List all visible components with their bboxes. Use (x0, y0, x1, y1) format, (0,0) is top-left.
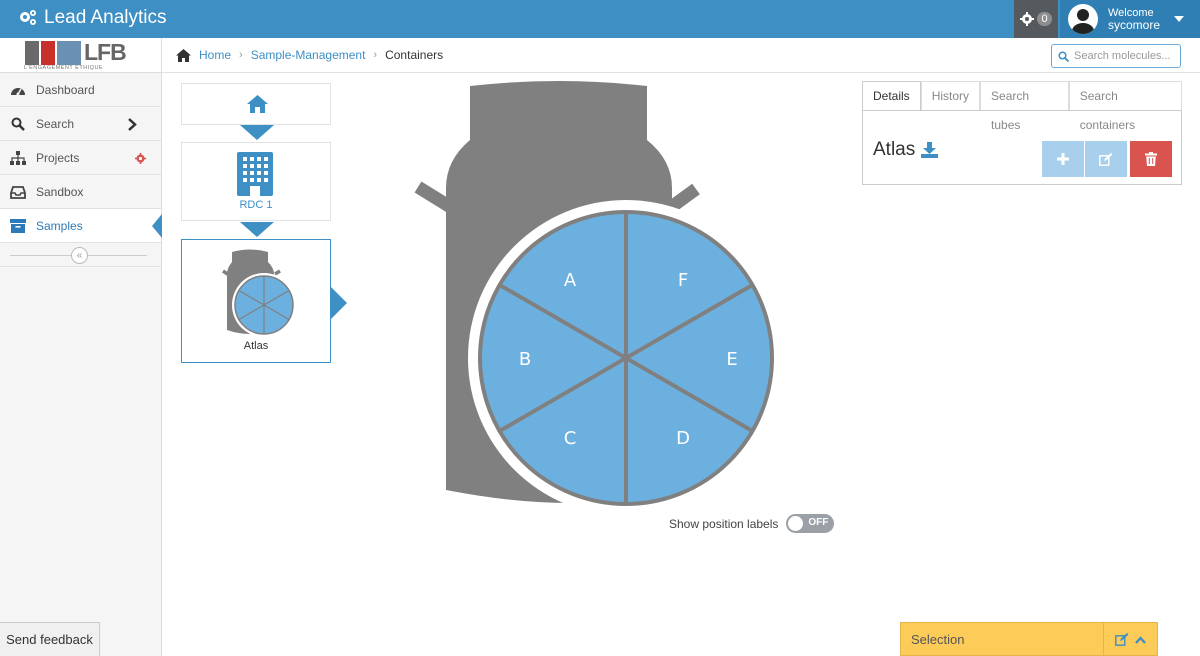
chevron-up-icon[interactable] (1135, 635, 1146, 644)
sidebar-collapse: « (0, 243, 161, 267)
avatar (1068, 4, 1098, 34)
details-body: Atlas (862, 110, 1182, 185)
position-a[interactable]: A (564, 270, 577, 291)
toggle-label: Show position labels (669, 516, 779, 531)
search-placeholder: Search molecules... (1074, 50, 1171, 62)
collapse-sidebar-button[interactable]: « (71, 247, 88, 264)
search-icon (10, 116, 26, 132)
user-menu[interactable]: Welcome sycomore (1060, 0, 1200, 38)
tree-node-atlas[interactable]: Atlas (181, 239, 331, 363)
archive-icon (10, 218, 26, 234)
sidebar-item-samples[interactable]: Samples (0, 209, 162, 243)
breadcrumb-bar: Home › Sample-Management › Containers Se… (162, 38, 1200, 73)
tab-details[interactable]: Details (862, 81, 921, 111)
breadcrumb-home[interactable]: Home (199, 48, 231, 62)
sidebar-item-label: Dashboard (36, 82, 95, 97)
position-f[interactable]: F (678, 270, 688, 291)
app-title: Lead Analytics (44, 7, 167, 28)
building-icon (237, 152, 273, 196)
download-icon[interactable] (921, 142, 939, 158)
gear-icon (1020, 12, 1035, 26)
sidebar-item-search[interactable]: Search (0, 107, 161, 141)
settings-button[interactable]: 0 (1014, 0, 1058, 38)
breadcrumb: Home › Sample-Management › Containers (176, 48, 443, 62)
tab-search-containers[interactable]: Search containers (1068, 81, 1182, 132)
container-visual: A F B E C D (414, 81, 784, 510)
tab-search-tubes[interactable]: Search tubes (980, 81, 1069, 132)
user-icon (1072, 9, 1094, 34)
position-d[interactable]: D (676, 428, 690, 449)
search-icon (1058, 50, 1069, 62)
plus-icon (1057, 153, 1069, 165)
toggle-knob (788, 516, 804, 531)
inbox-icon (10, 184, 26, 200)
position-e[interactable]: E (726, 349, 737, 370)
toggle-state: OFF (808, 517, 829, 528)
brand[interactable]: Lead Analytics (18, 7, 167, 29)
delete-button[interactable] (1130, 141, 1172, 177)
sidebar-item-label: Search (36, 116, 75, 131)
notification-badge: 0 (1037, 12, 1052, 26)
container-title: Atlas (873, 139, 916, 160)
sidebar-item-label: Projects (36, 150, 80, 165)
tab-history[interactable]: History (920, 81, 981, 111)
search-input[interactable]: Search molecules... (1051, 44, 1181, 68)
breadcrumb-current: Containers (385, 48, 444, 62)
logo-tagline: L'ENGAGEMENT ÉTHIQUE (24, 65, 104, 71)
home-icon (176, 48, 191, 62)
dashboard-icon (10, 82, 26, 98)
tree-arrow (240, 125, 274, 140)
trash-icon (1145, 152, 1157, 166)
position-c[interactable]: C (564, 428, 577, 449)
add-button[interactable] (1042, 141, 1084, 177)
caret-down-icon (1174, 16, 1184, 22)
tree-node-label: Atlas (243, 340, 269, 352)
logo-text: LFB (84, 39, 127, 65)
top-bar: Lead Analytics 0 Welcome sycomore (0, 0, 1200, 38)
sidebar-item-label: Samples (36, 218, 83, 233)
details-panel: Details History Search tubes Search cont… (862, 81, 1182, 185)
chevron-right-icon: › (373, 49, 378, 61)
edit-icon (1099, 152, 1113, 166)
gear-icon[interactable] (135, 153, 146, 164)
chevron-right-icon (128, 118, 137, 131)
breadcrumb-sample-management[interactable]: Sample-Management (251, 48, 366, 62)
sitemap-icon (10, 150, 26, 166)
sidebar-item-sandbox[interactable]: Sandbox (0, 175, 161, 209)
dewar-icon (222, 249, 296, 337)
selection-label: Selection (911, 631, 965, 647)
tree-selected-arrow (331, 287, 347, 319)
position-labels-toggle[interactable]: OFF (786, 514, 835, 533)
sidebar: LFB L'ENGAGEMENT ÉTHIQUE Dashboard Searc… (0, 38, 162, 656)
position-b[interactable]: B (519, 349, 531, 370)
position-labels-toggle-group: Show position labels OFF (669, 514, 835, 533)
username: sycomore (1108, 18, 1161, 32)
selection-controls (1103, 623, 1157, 656)
sidebar-item-label: Sandbox (36, 184, 84, 199)
cogs-icon (20, 10, 36, 25)
selection-bar[interactable]: Selection (900, 622, 1158, 656)
tree-node-label: RDC 1 (239, 199, 273, 211)
tree-arrow (240, 222, 274, 237)
logo[interactable]: LFB L'ENGAGEMENT ÉTHIQUE (0, 38, 161, 73)
tree-node-home[interactable] (181, 83, 331, 125)
edit-icon[interactable] (1115, 633, 1129, 646)
home-icon (247, 95, 268, 113)
chevron-right-icon: › (239, 49, 243, 61)
sidebar-item-dashboard[interactable]: Dashboard (0, 73, 161, 107)
sidebar-item-projects[interactable]: Projects (0, 141, 161, 175)
tree-node-rdc1[interactable]: RDC 1 (181, 142, 331, 221)
edit-button[interactable] (1085, 141, 1127, 177)
details-tabs: Details History Search tubes Search cont… (862, 81, 1182, 132)
send-feedback-button[interactable]: Send feedback (0, 622, 100, 656)
